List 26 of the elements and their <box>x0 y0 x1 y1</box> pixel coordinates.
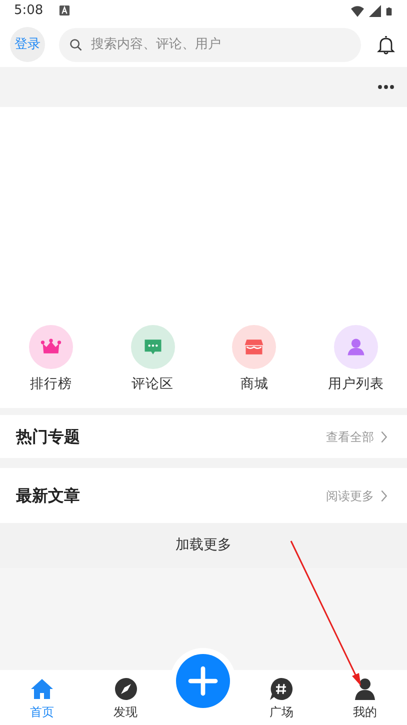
add-button[interactable] <box>176 654 230 708</box>
tab-item[interactable]: 我的 <box>323 670 407 725</box>
shortcut-label[interactable]: 排行榜 <box>30 374 72 394</box>
search-icon <box>69 38 83 52</box>
plus-icon <box>188 666 218 696</box>
bell-icon[interactable] <box>375 34 397 56</box>
signal-icon <box>369 5 381 17</box>
load-more-text[interactable]: 加载更多 <box>176 535 232 556</box>
search-field[interactable]: 搜索内容、评论、用户 <box>59 28 361 62</box>
home-icon <box>30 677 54 701</box>
tab-item[interactable]: 广场 <box>239 670 324 725</box>
hash-icon <box>269 677 294 701</box>
wifi-icon <box>350 4 365 18</box>
tab-item[interactable]: 首页 <box>0 670 84 725</box>
status-time: 5:08 <box>14 2 44 20</box>
section-title: 热门专题 <box>16 426 80 448</box>
tab-item[interactable]: 发现 <box>84 670 168 725</box>
person-icon <box>353 677 378 701</box>
compass-icon <box>114 677 138 701</box>
shortcut-label[interactable]: 评论区 <box>132 374 174 394</box>
search-input[interactable]: 搜索内容、评论、用户 <box>89 34 351 56</box>
notification-icon <box>59 5 70 16</box>
battery-icon <box>385 4 393 18</box>
shortcut-label[interactable]: 用户列表 <box>328 374 384 394</box>
shortcut-label[interactable]: 商城 <box>240 374 268 394</box>
section-title: 最新文章 <box>16 484 80 506</box>
